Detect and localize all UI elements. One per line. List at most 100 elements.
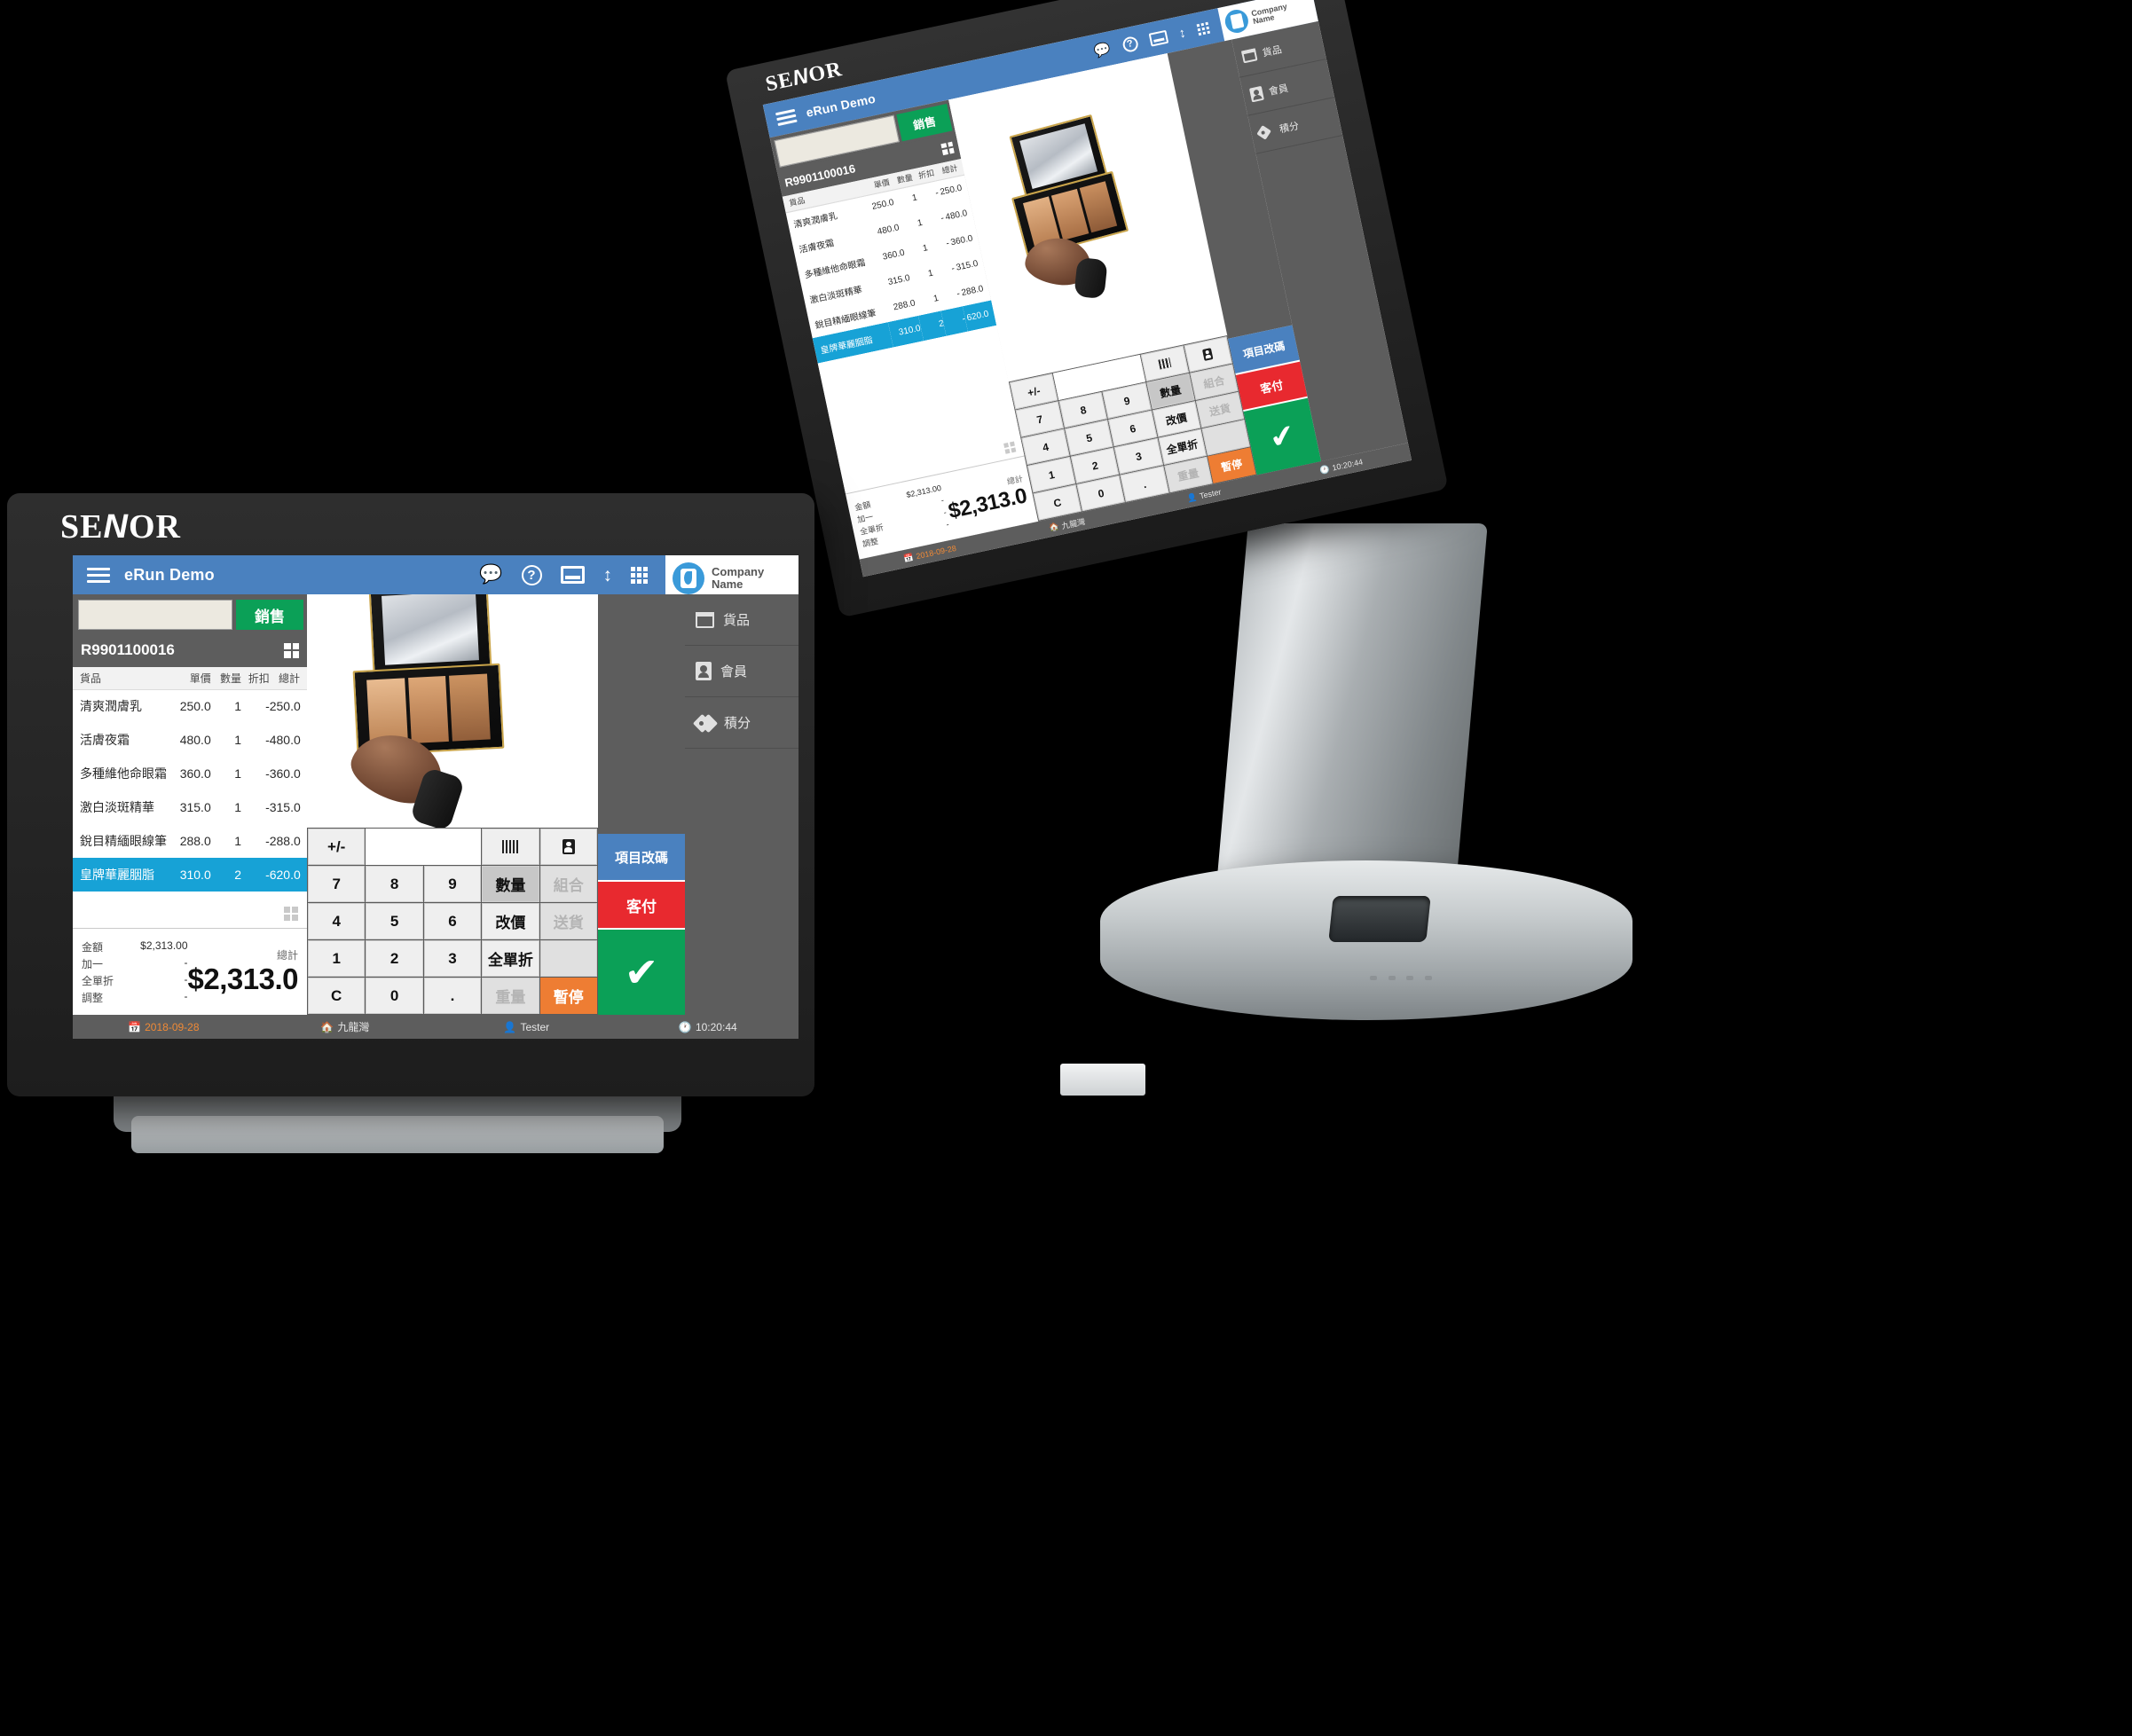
key-2[interactable]: 2 [366,940,423,977]
hamburger-menu-icon[interactable] [775,108,798,126]
total-label-0: 金額 [82,940,104,954]
key-3[interactable]: 3 [423,940,482,977]
item-recode-button[interactable]: 項目改碼 [598,834,685,880]
search-input[interactable] [78,600,232,630]
cart-header-row: 貨品 單價 數量 折扣 總計 [73,667,307,690]
key-改價-label: 改價 [1164,411,1189,428]
cart-cell-total: 315.0 [269,800,301,814]
customer-pay-button[interactable]: 客付 [598,882,685,928]
document-number: R9901100016 [81,641,175,658]
cart-table: 貨品 單價 數量 折扣 總計 清爽潤膚乳 250.0 1-250.0 活膚夜霜 480.… [73,667,307,892]
key-9-label: 9 [1122,394,1131,408]
help-icon[interactable]: ? [521,564,542,585]
key-+/-[interactable]: +/- [308,829,366,865]
key-數量[interactable]: 數量 [482,866,539,902]
window-icon[interactable] [1148,29,1168,47]
table-row[interactable]: 清爽潤膚乳 250.0 1-250.0 [73,689,307,723]
grid-apps-icon[interactable] [1196,21,1210,35]
status-bar-front: 📅 2018-09-28 🏠 九龍灣 👤 Tester 🕐 10:20:44 [73,1015,799,1039]
status-date: 2018-09-28 [145,1020,200,1033]
key-改價-label: 改價 [495,915,526,931]
company-logo-icon [673,562,704,594]
sidebar-item-goods[interactable]: 貨品 [685,594,799,646]
table-row[interactable]: 激白淡斑精華 315.0 1-315.0 [73,790,307,824]
monitor-front: SENOR eRun Demo 💬 ? ↕ Company Name 銷售 R9… [7,493,814,1096]
key-0[interactable]: 0 [366,978,423,1014]
clock-icon: 🕐 [1318,463,1331,475]
col-qty: 數量 [210,667,242,690]
key-全單折[interactable]: 全單折 [482,940,539,977]
stand-dots [1370,976,1432,983]
cart-layout-icon[interactable] [284,907,298,921]
key-7[interactable]: 7 [308,866,366,902]
clock-icon: 🕐 [678,1020,692,1033]
sell-button[interactable]: 銷售 [236,600,303,630]
cart-cell-name: 銳目精緬眼線筆 [80,834,167,848]
key-數量-label: 數量 [1159,383,1183,401]
key-改價[interactable]: 改價 [482,903,539,939]
key-+/--label: +/- [1026,383,1042,399]
hamburger-menu-icon[interactable] [87,567,110,584]
table-row[interactable]: 多種維他命眼霜 360.0 1-360.0 [73,757,307,790]
key-數量-label: 數量 [495,877,526,894]
layout-toggle-icon[interactable] [940,141,955,155]
window-icon[interactable] [560,566,585,584]
total-value-3: - [945,519,950,530]
cart-cell-name: 清爽潤膚乳 [80,699,142,714]
sort-updown-icon[interactable]: ↕ [603,566,613,585]
contact-book-icon [1248,85,1264,102]
cart-layout-icon[interactable] [1003,441,1017,454]
key-1-label: 1 [332,949,341,967]
key-.-label: . [450,986,455,1004]
sidebar-item-member[interactable]: 會員 [685,646,799,697]
status-user: Tester [520,1020,550,1033]
company-name-line1: Company [712,565,765,579]
box-icon [696,611,714,628]
checkmark-icon: ✔ [1266,417,1299,456]
key-8-label: 8 [389,875,399,892]
totals-panel: 金額 $2,313.00 加一 - 全單折 - 調整 - 總計 $2,313.0 [73,928,307,1015]
stand-cable-hole [1328,896,1431,942]
help-icon[interactable]: ? [1121,35,1139,53]
sidebar-item-points[interactable]: 積分 [685,697,799,749]
table-row[interactable]: 銳目精緬眼線筆 288.0 1-288.0 [73,824,307,858]
key-4-label: 4 [332,912,341,930]
table-row[interactable]: 活膚夜霜 480.0 1-480.0 [73,723,307,757]
cart-cell-price: 480.0 [179,733,211,747]
key-重量-label: 重量 [1176,467,1200,483]
key-6[interactable]: 6 [423,903,482,939]
numeric-keypad-front: +/- 7 8 9 數量 組合 4 5 6 改價 送貨 1 2 3 全單折 C 0. 重量 暫停 [307,828,598,1015]
key-.[interactable]: . [423,978,482,1014]
key-4[interactable]: 4 [308,903,366,939]
app-title: eRun Demo [124,565,215,584]
chat-icon[interactable]: 💬 [479,564,502,585]
col-disc: 折扣 [241,667,270,690]
cart-cell-total: 250.0 [269,699,301,714]
key-2-label: 2 [389,949,399,967]
monitor-stand-rear [1100,523,1632,1020]
key-9[interactable]: 9 [423,866,482,902]
sidebar-label-goods: 貨品 [1261,43,1283,59]
key-暫停[interactable]: 暫停 [539,978,597,1014]
table-row[interactable]: 皇牌華麗胭脂 310.0 2-620.0 [73,858,307,892]
key-8[interactable]: 8 [366,866,423,902]
chat-icon[interactable]: 💬 [1092,40,1113,59]
key-1[interactable]: 1 [308,940,366,977]
key-全單折-label: 全單折 [1165,437,1200,457]
barcode-icon[interactable] [482,829,539,865]
cart-cell-qty: 1 [234,733,242,747]
cart-cell-discount: - [265,766,270,781]
key-5[interactable]: 5 [366,903,423,939]
col-total: 總計 [269,667,307,690]
key-0-label: 0 [389,986,399,1004]
cart-cell-total: 480.0 [269,733,301,747]
stand-front-base [131,1116,664,1153]
layout-toggle-icon[interactable] [284,642,299,658]
confirm-button[interactable]: ✔ [598,930,685,1015]
key-C[interactable]: C [308,978,366,1014]
stand-neck [1215,523,1488,905]
key-1-label: 1 [1047,467,1056,482]
grid-apps-icon[interactable] [631,566,648,584]
contact-card-icon[interactable] [539,829,597,865]
sort-updown-icon[interactable]: ↕ [1177,25,1187,41]
